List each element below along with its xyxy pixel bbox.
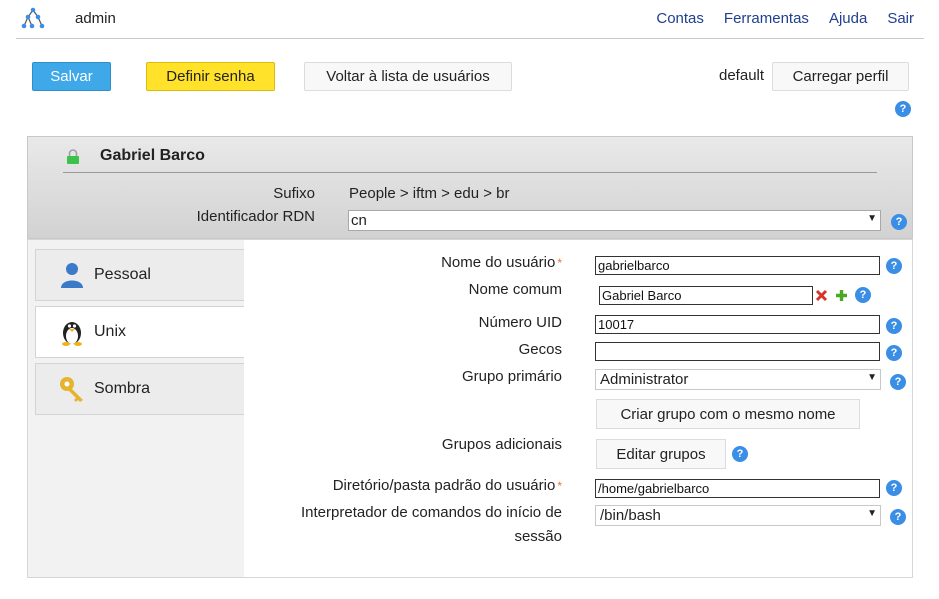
help-icon[interactable]: ? <box>886 480 902 496</box>
help-icon[interactable]: ? <box>886 345 902 361</box>
nav-logout-link[interactable]: Sair <box>887 10 914 27</box>
edit-groups-button[interactable]: Editar grupos <box>596 439 726 469</box>
remove-icon[interactable] <box>815 289 828 302</box>
chevron-down-icon: ▼ <box>867 372 877 383</box>
tab-shadow[interactable]: Sombra <box>35 363 245 415</box>
tux-penguin-icon <box>58 317 86 347</box>
primary-group-select[interactable]: Administrator ▼ <box>595 369 881 390</box>
home-directory-label: Diretório/pasta padrão do usuário * <box>244 475 562 497</box>
login-shell-select[interactable]: /bin/bash ▼ <box>595 505 881 526</box>
tab-personal[interactable]: Pessoal <box>35 249 245 301</box>
home-directory-label-text: Diretório/pasta padrão do usuário <box>332 477 556 494</box>
suffix-value: People > iftm > edu > br <box>349 185 510 202</box>
primary-group-selected-value: Administrator <box>600 371 689 388</box>
additional-groups-label: Grupos adicionais <box>441 436 562 453</box>
help-icon[interactable]: ? <box>886 258 902 274</box>
help-icon[interactable]: ? <box>895 101 911 117</box>
common-name-label: Nome comum <box>468 281 562 298</box>
tab-unix-label: Unix <box>94 323 127 340</box>
current-user: admin <box>75 10 116 27</box>
nav-help-link[interactable]: Ajuda <box>829 10 867 27</box>
username-label-text: Nome do usuário <box>441 254 556 271</box>
chevron-down-icon: ▼ <box>867 213 877 224</box>
uid-label: Número UID <box>478 314 562 331</box>
account-header-panel: Gabriel Barco Sufixo People > iftm > edu… <box>27 136 913 239</box>
help-icon[interactable]: ? <box>891 214 907 230</box>
create-group-same-name-button[interactable]: Criar grupo com o mesmo nome <box>596 399 860 429</box>
tab-shadow-label: Sombra <box>94 380 151 397</box>
nav-accounts-link[interactable]: Contas <box>656 10 704 27</box>
primary-group-label: Grupo primário <box>461 368 562 385</box>
help-icon[interactable]: ? <box>732 446 748 462</box>
save-button[interactable]: Salvar <box>32 62 111 91</box>
tab-personal-label: Pessoal <box>94 266 151 283</box>
person-icon <box>58 260 86 290</box>
help-icon[interactable]: ? <box>855 287 871 303</box>
nav-tools-link[interactable]: Ferramentas <box>724 10 809 27</box>
add-icon[interactable] <box>835 289 848 302</box>
account-body-panel: Pessoal Unix Sombra Nome do usuário * gab… <box>27 239 913 578</box>
load-profile-button[interactable]: Carregar perfil <box>772 62 909 91</box>
login-shell-label-line1: Interpretador de comandos do início de <box>301 504 562 521</box>
header-divider <box>63 172 877 173</box>
help-icon[interactable]: ? <box>886 318 902 334</box>
username-input[interactable]: gabrielbarco <box>595 256 880 275</box>
unix-form: Nome do usuário * gabrielbarco ? Nome com… <box>244 240 912 577</box>
help-icon[interactable]: ? <box>890 509 906 525</box>
rdn-selected-value: cn <box>351 212 367 229</box>
uid-input[interactable]: 10017 <box>595 315 880 334</box>
lock-icon <box>67 149 79 164</box>
key-icon <box>58 374 86 404</box>
gecos-label: Gecos <box>518 341 562 358</box>
required-mark: * <box>557 256 562 270</box>
back-to-user-list-button[interactable]: Voltar à lista de usuários <box>304 62 512 91</box>
suffix-label: Sufixo <box>273 185 315 202</box>
tab-unix[interactable]: Unix <box>35 306 246 358</box>
home-directory-input[interactable]: /home/gabrielbarco <box>595 479 880 498</box>
username-label: Nome do usuário * <box>244 252 562 274</box>
rdn-label: Identificador RDN <box>196 208 315 225</box>
required-mark: * <box>557 479 562 493</box>
common-name-input[interactable]: Gabriel Barco <box>599 286 813 305</box>
login-shell-selected-value: /bin/bash <box>600 507 661 524</box>
chevron-down-icon: ▼ <box>867 508 877 519</box>
gecos-input[interactable] <box>595 342 880 361</box>
set-password-button[interactable]: Definir senha <box>146 62 275 91</box>
top-nav: Contas Ferramentas Ajuda Sair <box>656 10 914 27</box>
top-bar: admin Contas Ferramentas Ajuda Sair <box>16 0 924 39</box>
account-title: Gabriel Barco <box>100 147 205 164</box>
login-shell-label-line2: sessão <box>514 528 562 545</box>
app-logo-icon[interactable] <box>20 6 46 32</box>
help-icon[interactable]: ? <box>890 374 906 390</box>
profile-name: default <box>719 67 765 84</box>
rdn-select[interactable]: cn ▼ <box>348 210 881 231</box>
